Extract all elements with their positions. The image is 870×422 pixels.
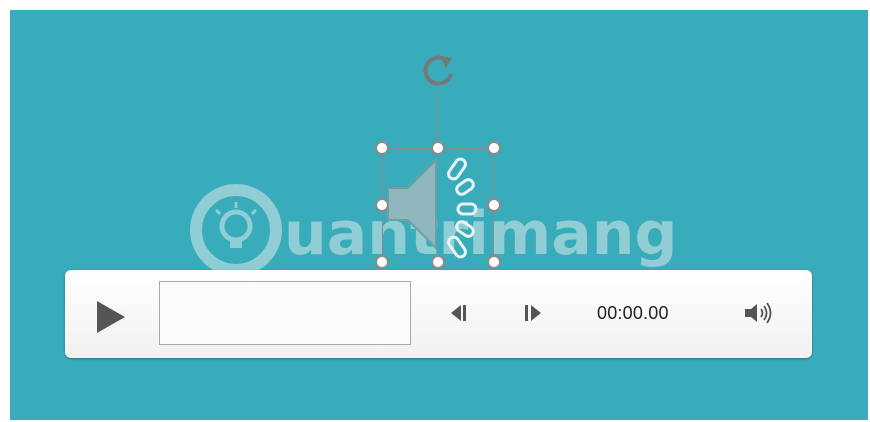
resize-handle-left[interactable] (375, 198, 389, 212)
resize-handle-bottom[interactable] (431, 255, 445, 269)
media-player-bar: 00:00.00 (65, 270, 812, 358)
resize-handle-bottom-left[interactable] (375, 255, 389, 269)
play-button[interactable] (93, 299, 129, 335)
resize-handle-top-right[interactable] (487, 141, 501, 155)
volume-icon (745, 302, 772, 324)
resize-handle-top[interactable] (431, 141, 445, 155)
selection-box (382, 148, 494, 262)
skip-back-icon (451, 305, 466, 321)
volume-button[interactable] (742, 299, 776, 327)
rotate-handle-icon[interactable] (416, 48, 460, 92)
skip-forward-button[interactable] (519, 299, 547, 327)
skip-back-button[interactable] (445, 299, 473, 327)
progress-bar[interactable] (159, 281, 411, 345)
rotate-connector (437, 90, 438, 148)
resize-handle-bottom-right[interactable] (487, 255, 501, 269)
skip-forward-icon (525, 305, 541, 321)
resize-handle-top-left[interactable] (375, 141, 389, 155)
time-display: 00:00.00 (597, 303, 669, 323)
play-icon (97, 301, 125, 333)
resize-handle-right[interactable] (487, 198, 501, 212)
